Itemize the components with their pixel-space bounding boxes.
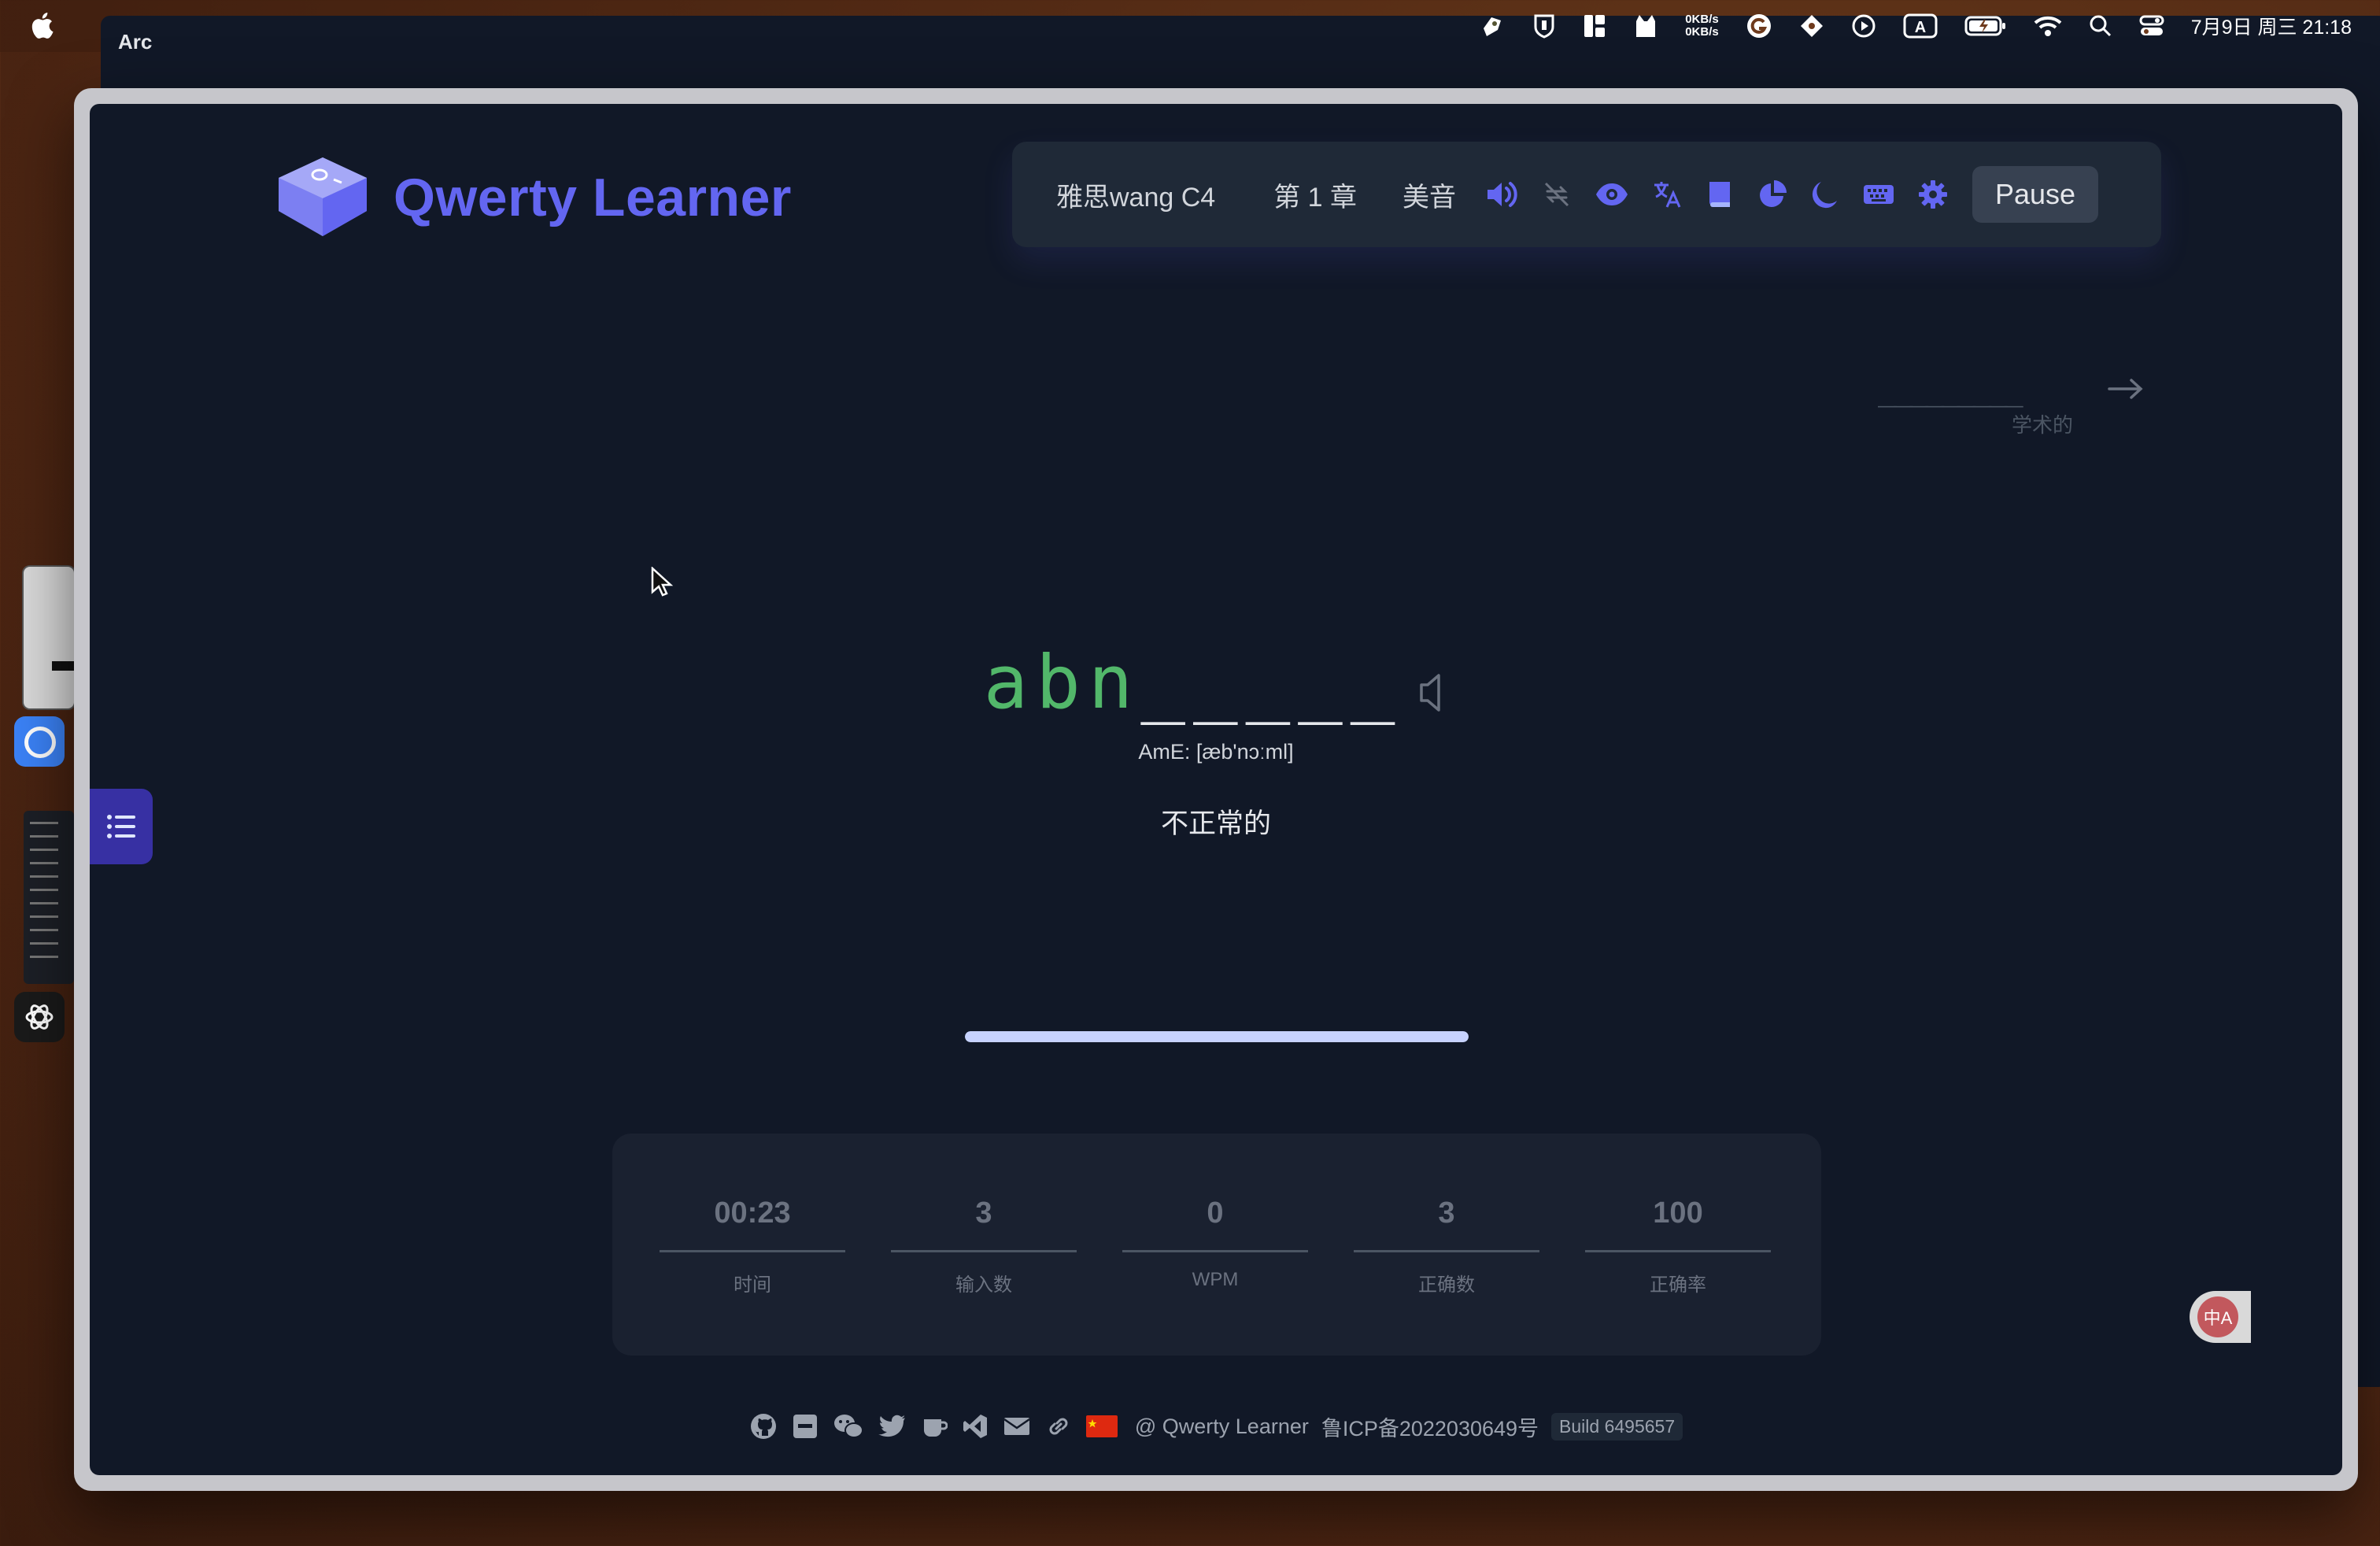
macos-menu-bar: Arc File Edit View Spaces Tabs Archive E… — [0, 0, 2380, 1387]
network-speed: 0KB/s 0KB/s — [1685, 13, 1719, 39]
stat-label: 时间 — [734, 1274, 771, 1296]
battery-icon[interactable] — [1964, 15, 2007, 37]
stat-divider — [1354, 1250, 1539, 1252]
link-icon[interactable] — [1045, 1413, 1072, 1440]
stat-input-count: 3 输入数 — [891, 1134, 1077, 1356]
control-center-icon[interactable] — [2139, 14, 2164, 38]
current-word: abn_____ — [984, 640, 1403, 726]
keyboard-icon[interactable] — [1862, 180, 1895, 209]
sound-icon[interactable] — [1484, 179, 1519, 210]
translate-icon[interactable] — [1651, 179, 1683, 210]
pie-chart-icon[interactable] — [1757, 179, 1788, 210]
footer-owner[interactable]: @ Qwerty Learner — [1135, 1415, 1309, 1439]
stat-label: 输入数 — [955, 1274, 1012, 1296]
left-app-strip — [0, 551, 79, 1102]
browser-window: Qwerty Learner 雅思wang C4 第 1 章 美音 Pause … — [74, 88, 2358, 1491]
build-badge: Build 6495657 — [1551, 1412, 1683, 1441]
phonetic-text: AmE: [æb'nɔːml] — [1138, 740, 1294, 764]
mini-program-icon[interactable] — [792, 1413, 819, 1440]
twitter-icon[interactable] — [878, 1414, 907, 1439]
layout-grid-icon[interactable] — [1583, 13, 1606, 39]
word-translation: 不正常的 — [1160, 808, 1271, 839]
stat-value: 3 — [1438, 1196, 1455, 1230]
settings-gear-icon[interactable] — [1917, 179, 1949, 210]
app-logo[interactable]: Qwerty Learner — [271, 151, 792, 244]
stat-time: 00:23 时间 — [660, 1134, 845, 1356]
arrow-right-icon — [2108, 379, 2143, 399]
input-method-icon[interactable]: A — [1903, 13, 1938, 39]
document-thumbnail[interactable] — [24, 811, 74, 984]
stats-panel: 00:23 时间 3 输入数 0 WPM 3 正确数 100 正确率 — [612, 1134, 1821, 1356]
stat-value: 00:23 — [714, 1196, 791, 1230]
stat-value: 100 — [1653, 1196, 1703, 1230]
stat-label: 正确数 — [1418, 1274, 1475, 1296]
stat-divider — [660, 1250, 845, 1252]
svg-text:A: A — [1915, 19, 1926, 36]
floating-translate-button[interactable]: 中A — [2190, 1291, 2251, 1343]
cat-icon[interactable] — [1633, 13, 1658, 39]
stat-label: 正确率 — [1650, 1274, 1706, 1296]
next-word-masked: _________ — [1878, 372, 2023, 408]
next-word-link[interactable]: _________ 学术的 — [1878, 372, 2145, 450]
network-upload: 0KB/s — [1685, 13, 1719, 26]
vscode-icon[interactable] — [962, 1413, 989, 1440]
loop-off-icon[interactable] — [1541, 179, 1572, 210]
stat-label: WPM — [1192, 1269, 1239, 1290]
stat-value: 3 — [975, 1196, 992, 1230]
pen-extension-icon[interactable] — [1799, 13, 1824, 39]
china-flag-icon — [1085, 1415, 1118, 1437]
app-title: Qwerty Learner — [394, 168, 792, 227]
play-circle-icon[interactable] — [1851, 13, 1876, 39]
dark-mode-moon-icon[interactable] — [1810, 179, 1840, 210]
openai-icon[interactable] — [14, 992, 65, 1042]
stat-value: 0 — [1207, 1196, 1224, 1230]
apple-menu-icon[interactable] — [30, 11, 54, 39]
chapter-progress-bar — [965, 1031, 1469, 1042]
menubar-clock[interactable]: 7月9日 周三 21:18 — [2191, 12, 2352, 40]
spotlight-search-icon[interactable] — [2089, 14, 2112, 38]
menu-list: Arc File Edit View Spaces Tabs Archive E… — [85, 0, 2380, 1387]
stat-correct-count: 3 正确数 — [1354, 1134, 1539, 1356]
top-toolbar: 雅思wang C4 第 1 章 美音 Pause — [1012, 142, 2161, 247]
app-ring-icon[interactable] — [14, 716, 65, 767]
translate-extension-icon: 中A — [2197, 1296, 2238, 1337]
next-word-translation: 学术的 — [2011, 413, 2073, 437]
stat-wpm: 0 WPM — [1122, 1134, 1308, 1356]
stat-divider — [1585, 1250, 1771, 1252]
stat-accuracy: 100 正确率 — [1585, 1134, 1771, 1356]
book-icon[interactable] — [1705, 179, 1735, 210]
grammarly-icon[interactable] — [1746, 13, 1772, 39]
keycap-logo-icon — [279, 157, 367, 236]
remaining-letters: _____ — [1140, 640, 1403, 726]
coffee-icon[interactable] — [921, 1413, 948, 1440]
stat-divider — [891, 1250, 1077, 1252]
qwerty-learner-app: Qwerty Learner 雅思wang C4 第 1 章 美音 Pause … — [90, 104, 2342, 1475]
eye-icon[interactable] — [1595, 180, 1629, 209]
stat-divider — [1122, 1250, 1308, 1252]
pause-button[interactable]: Pause — [1972, 166, 2099, 223]
wechat-icon[interactable] — [833, 1413, 864, 1440]
mouse-pointer-icon — [651, 567, 674, 597]
footer-icp[interactable]: 鲁ICP备2022030649号 — [1321, 1411, 1539, 1442]
github-icon[interactable] — [749, 1412, 778, 1441]
toolbar-icon-group — [1484, 179, 1949, 210]
mail-icon[interactable] — [1003, 1415, 1031, 1438]
status-area: 0KB/s 0KB/s A 7月9日 周三 21:18 — [1479, 0, 2352, 52]
rocket-tag-icon[interactable] — [1479, 13, 1506, 39]
footer-icon-links — [749, 1412, 1118, 1441]
wifi-icon[interactable] — [2034, 15, 2062, 37]
pronounce-speaker-icon[interactable] — [1417, 671, 1448, 715]
accent-selector[interactable]: 美音 — [1402, 176, 1456, 214]
typed-letters: abn — [983, 640, 1141, 726]
shield-extension-icon[interactable] — [1532, 13, 1556, 39]
network-download: 0KB/s — [1685, 25, 1719, 39]
current-word-row: abn_____ — [90, 623, 2342, 726]
chapter-selector[interactable]: 第 1 章 — [1273, 176, 1357, 214]
window-thumbnail[interactable] — [24, 567, 74, 708]
progress-fill — [965, 1031, 1469, 1042]
page-footer: @ Qwerty Learner 鲁ICP备2022030649号 Build … — [90, 1409, 2342, 1444]
dictionary-selector[interactable]: 雅思wang C4 — [1056, 176, 1215, 214]
